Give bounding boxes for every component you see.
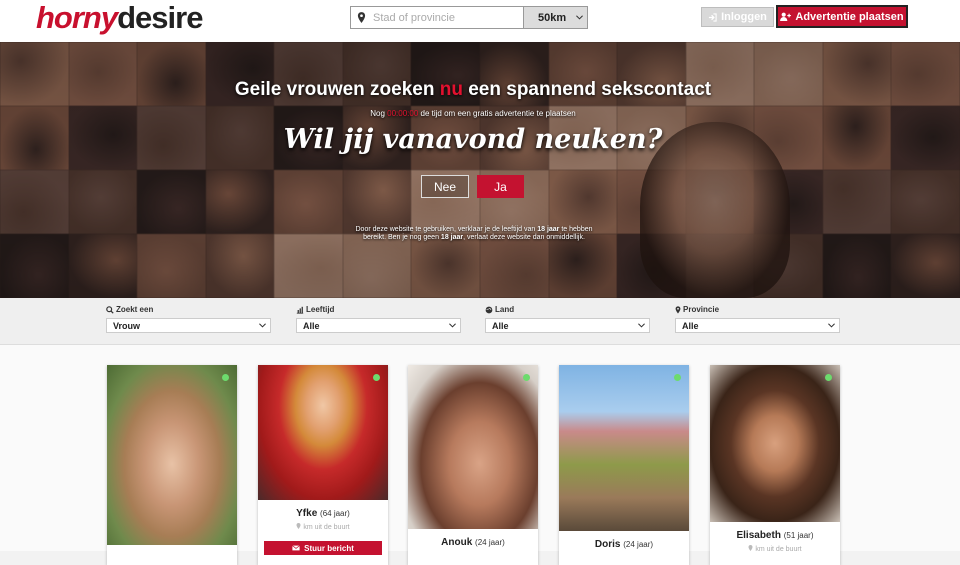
no-button[interactable]: Nee [421, 175, 469, 198]
profile-card[interactable]: Anouk (24 jaar) [408, 365, 538, 565]
login-button[interactable]: Inloggen [701, 7, 774, 27]
filter-label: Land [485, 304, 650, 315]
filter-country: Land Alle [485, 304, 650, 333]
seeking-select[interactable]: Vrouw [106, 318, 271, 333]
age-select[interactable]: Alle [296, 318, 461, 333]
online-indicator [674, 374, 681, 381]
post-ad-label: Advertentie plaatsen [795, 10, 904, 23]
hero-title-part: een spannend sekscontact [462, 79, 712, 100]
profile-card[interactable]: Doris (24 jaar) [559, 365, 689, 565]
disclaimer-age: 18 jaar [537, 226, 560, 233]
profile-name: Elisabeth (51 jaar) [710, 530, 840, 541]
user-plus-icon [780, 12, 792, 21]
profile-distance: km uit de buurt [710, 545, 840, 553]
disclaimer-text: Door deze website te gebruiken, verklaar… [355, 226, 538, 233]
disclaimer-age: 18 jaar [440, 234, 464, 241]
profile-age: (24 jaar) [475, 538, 505, 547]
profile-grid: Yfke (64 jaar) km uit de buurt Stuur ber… [0, 345, 960, 565]
send-message-button[interactable]: Stuur bericht [264, 541, 382, 555]
countdown-timer: 00:00:00 [387, 109, 419, 118]
logo-text-horny: horny [36, 0, 118, 35]
filter-label-text: Provincie [683, 305, 720, 314]
hero-subtitle: Nog 00:00:00 de tijd om een gratis adver… [0, 109, 946, 118]
location-search: 50km [350, 6, 588, 29]
post-ad-button[interactable]: Advertentie plaatsen [776, 5, 908, 28]
top-header: hornydesire 50km Inloggen Advertentie pl… [0, 0, 960, 42]
hero-banner: Geile vrouwen zoeken nu een spannend sek… [0, 42, 960, 298]
profile-name-text: Doris [594, 539, 621, 550]
profile-photo[interactable] [408, 365, 538, 529]
profile-name: Anouk (24 jaar) [408, 537, 538, 548]
profile-name: Doris (24 jaar) [559, 539, 689, 550]
profile-distance: km uit de buurt [258, 523, 388, 531]
online-indicator [222, 374, 229, 381]
province-select[interactable]: Alle [675, 318, 840, 333]
profile-name-text: Elisabeth [736, 530, 781, 541]
select-value: Vrouw [113, 320, 141, 331]
chevron-down-icon [576, 15, 583, 20]
filter-province: Provincie Alle [675, 304, 840, 333]
search-icon [106, 305, 114, 314]
profile-photo[interactable] [258, 365, 388, 500]
hero-sub-part: Nog [370, 109, 385, 118]
send-message-label: Stuur bericht [304, 543, 354, 553]
location-input[interactable] [371, 8, 523, 27]
profile-age: (51 jaar) [783, 531, 814, 540]
filter-label: Provincie [675, 304, 840, 315]
sign-in-icon [708, 12, 717, 22]
hero-title: Geile vrouwen zoeken nu een spannend sek… [0, 79, 946, 101]
profile-age: (64 jaar) [320, 509, 350, 518]
chevron-down-icon [828, 323, 835, 328]
hero-title-highlight: nu [439, 79, 463, 100]
filter-age: Leeftijd Alle [296, 304, 461, 333]
chevron-down-icon [449, 323, 456, 328]
filter-label-text: Land [495, 305, 515, 314]
profile-age: (24 jaar) [623, 540, 654, 549]
filter-seeking: Zoekt een Vrouw [106, 304, 271, 333]
filter-label-text: Zoekt een [116, 305, 154, 314]
profile-card[interactable]: Yfke (64 jaar) km uit de buurt Stuur ber… [258, 365, 388, 565]
bar-chart-icon [296, 306, 304, 314]
online-indicator [523, 374, 530, 381]
profile-name-text: Anouk [441, 537, 473, 548]
envelope-icon [292, 545, 300, 551]
filter-label-text: Leeftijd [306, 305, 335, 314]
radius-value: 50km [538, 11, 567, 24]
select-value: Alle [492, 320, 509, 331]
logo-text-desire: desire [117, 0, 203, 35]
profile-distance-text: km uit de buurt [303, 524, 350, 531]
online-indicator [373, 374, 380, 381]
select-value: Alle [682, 320, 699, 331]
profile-photo[interactable] [107, 365, 237, 545]
site-logo[interactable]: horny desire [36, 0, 203, 35]
select-value: Alle [303, 320, 320, 331]
online-indicator [825, 374, 832, 381]
map-pin-icon [351, 7, 371, 28]
login-label: Inloggen [721, 11, 767, 23]
map-pin-icon [748, 545, 753, 551]
country-select[interactable]: Alle [485, 318, 650, 333]
filter-label: Leeftijd [296, 304, 461, 315]
radius-select[interactable]: 50km [523, 7, 587, 28]
profile-photo[interactable] [710, 365, 840, 522]
chevron-down-icon [259, 323, 266, 328]
map-pin-icon [675, 305, 681, 314]
profile-photo[interactable] [559, 365, 689, 531]
profile-card[interactable] [107, 365, 237, 565]
hero-sub-part: de tijd om een gratis advertentie te pla… [420, 109, 576, 118]
hero-title-part: Geile vrouwen zoeken [234, 79, 440, 100]
profile-name-text: Yfke [296, 508, 318, 519]
search-filters: Zoekt een Vrouw Leeftijd Alle Land Alle … [0, 298, 960, 345]
profile-card[interactable]: Elisabeth (51 jaar) km uit de buurt [710, 365, 840, 565]
yes-button[interactable]: Ja [477, 175, 524, 198]
chevron-down-icon [638, 323, 645, 328]
disclaimer-text: , verlaat deze website dan onmiddellijk. [463, 234, 585, 241]
hero-question: Wil jij vanavond neuken? [283, 124, 663, 155]
age-disclaimer: Door deze website te gebruiken, verklaar… [352, 226, 596, 242]
profile-name: Yfke (64 jaar) [258, 508, 388, 519]
profile-distance-text: km uit de buurt [755, 546, 802, 553]
map-pin-icon [296, 523, 301, 529]
filter-label: Zoekt een [106, 304, 271, 315]
globe-icon [485, 306, 493, 314]
